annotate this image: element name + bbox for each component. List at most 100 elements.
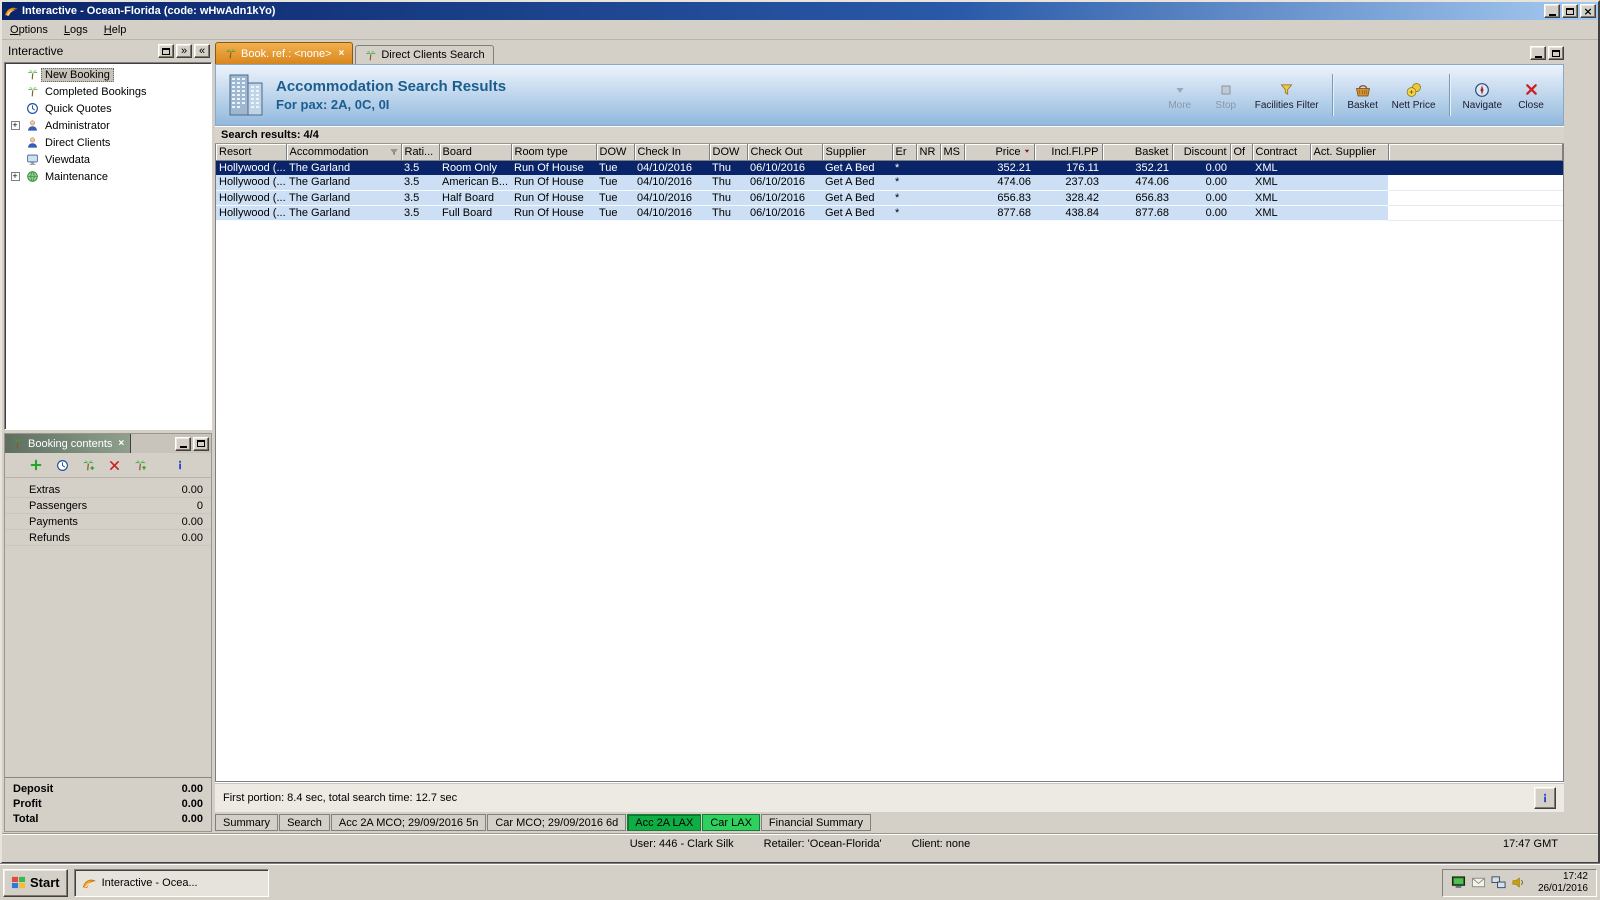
plus-box-icon[interactable]: + [11, 121, 20, 130]
bottom-tab-acc-2a-lax[interactable]: Acc 2A LAX [627, 814, 701, 831]
menu-help[interactable]: Help [96, 22, 135, 38]
mail-icon[interactable] [1471, 875, 1487, 891]
table-row[interactable]: Hollywood (...The Garland3.5Half BoardRu… [216, 190, 1563, 205]
column-header-act-supplier[interactable]: Act. Supplier [1310, 144, 1388, 160]
table-cell [1310, 175, 1388, 190]
column-header-rati[interactable]: Rati... [401, 144, 439, 160]
tray-clock[interactable]: 17:42 26/01/2016 [1532, 871, 1588, 895]
booking-row[interactable]: Payments0.00 [5, 514, 211, 530]
sidebar-item-quick-quotes[interactable]: Quick Quotes [6, 100, 210, 117]
clock-icon[interactable] [53, 456, 71, 474]
column-header-check-out[interactable]: Check Out [747, 144, 822, 160]
table-cell: 438.84 [1034, 205, 1102, 220]
info-icon[interactable] [171, 456, 189, 474]
tab-direct-clients-search[interactable]: Direct Clients Search [355, 45, 493, 64]
minimize-button[interactable] [1544, 4, 1560, 18]
table-cell: Get A Bed [822, 205, 892, 220]
navigate-button[interactable]: Navigate [1458, 71, 1507, 119]
column-header-of[interactable]: Of [1230, 144, 1252, 160]
plus-box-icon[interactable]: + [11, 172, 20, 181]
column-header-accommodation[interactable]: Accommodation [286, 144, 401, 160]
bottom-tab-acc-2a-mco-29-09-2016-5n[interactable]: Acc 2A MCO; 29/09/2016 5n [331, 814, 486, 831]
nett-price-button[interactable]: Nett Price [1387, 71, 1441, 119]
delete-icon[interactable] [105, 456, 123, 474]
column-header-er[interactable]: Er [892, 144, 916, 160]
column-header-incl-fl-pp[interactable]: Incl.Fl.PP [1034, 144, 1102, 160]
table-cell: Thu [709, 160, 747, 175]
dock-panel-button[interactable]: » [176, 44, 192, 58]
minimize-icon [180, 446, 187, 448]
booking-row[interactable]: Extras0.00 [5, 482, 211, 498]
column-header-price[interactable]: Price [964, 144, 1034, 160]
table-cell [940, 175, 964, 190]
system-tray: 17:42 26/01/2016 [1442, 869, 1597, 897]
column-filter-icon[interactable] [389, 147, 399, 160]
facilities-filter-button[interactable]: Facilities Filter [1250, 71, 1324, 119]
sidebar-item-completed-bookings[interactable]: Completed Bookings [6, 83, 210, 100]
sidebar-item-administrator[interactable]: +Administrator [6, 117, 210, 134]
child-minimize-button[interactable] [1530, 46, 1546, 60]
booking-row-label: Extras [5, 484, 182, 496]
column-header-check-in[interactable]: Check In [634, 144, 709, 160]
menu-logs[interactable]: Logs [56, 22, 96, 38]
network-icon[interactable] [1491, 875, 1507, 891]
start-button[interactable]: Start [3, 869, 68, 897]
palm-add-icon[interactable] [79, 456, 97, 474]
info-button[interactable] [1534, 787, 1556, 809]
booking-minimize-button[interactable] [175, 437, 191, 451]
sidebar-item-maintenance[interactable]: +Maintenance [6, 168, 210, 185]
menu-options[interactable]: Options [2, 22, 56, 38]
column-header-room-type[interactable]: Room type [511, 144, 596, 160]
booking-contents-titlebar: Booking contents × [5, 434, 211, 453]
child-restore-button[interactable] [1548, 46, 1564, 60]
basket-button[interactable]: Basket [1341, 71, 1385, 119]
table-row[interactable]: Hollywood (...The Garland3.5Room OnlyRun… [216, 160, 1563, 175]
column-header-nr[interactable]: NR [916, 144, 940, 160]
bottom-tab-financial-summary[interactable]: Financial Summary [761, 814, 871, 831]
table-cell: The Garland [286, 205, 401, 220]
table-cell-filler [1388, 160, 1563, 175]
column-header-board[interactable]: Board [439, 144, 511, 160]
column-header-supplier[interactable]: Supplier [822, 144, 892, 160]
display-icon[interactable] [1451, 875, 1467, 891]
column-header-dow[interactable]: DOW [596, 144, 634, 160]
column-header-contract[interactable]: Contract [1252, 144, 1310, 160]
close-button[interactable]: Close [1509, 71, 1553, 119]
expand-icon[interactable]: + [6, 172, 24, 181]
column-header-basket[interactable]: Basket [1102, 144, 1172, 160]
minimize-icon [1535, 56, 1542, 58]
bottom-tab-summary[interactable]: Summary [215, 814, 278, 831]
column-header-dow[interactable]: DOW [709, 144, 747, 160]
tab-booking-ref[interactable]: Book. ref.: <none> × [215, 42, 353, 64]
add-icon[interactable] [27, 456, 45, 474]
tab-close-icon[interactable]: × [339, 48, 345, 59]
column-header-resort[interactable]: Resort [216, 144, 286, 160]
palm-up-icon[interactable] [131, 456, 149, 474]
page-title: Accommodation Search Results [276, 78, 506, 95]
bottom-tab-search[interactable]: Search [279, 814, 330, 831]
expand-icon[interactable]: + [6, 121, 24, 130]
booking-maximize-button[interactable] [193, 437, 209, 451]
table-row[interactable]: Hollywood (...The Garland3.5American B..… [216, 175, 1563, 190]
pin-panel-button[interactable]: « [194, 44, 210, 58]
collapse-panel-button[interactable] [158, 44, 174, 58]
column-header-discount[interactable]: Discount [1172, 144, 1230, 160]
booking-row[interactable]: Passengers0 [5, 498, 211, 514]
table-cell [1230, 205, 1252, 220]
booking-row[interactable]: Refunds0.00 [5, 530, 211, 546]
bottom-tab-car-lax[interactable]: Car LAX [702, 814, 760, 831]
sidebar-item-direct-clients[interactable]: Direct Clients [6, 134, 210, 151]
table-row[interactable]: Hollywood (...The Garland3.5Full BoardRu… [216, 205, 1563, 220]
maximize-button[interactable] [1562, 4, 1578, 18]
close-button[interactable]: × [1580, 4, 1596, 18]
sidebar-item-viewdata[interactable]: Viewdata [6, 151, 210, 168]
taskbar-task-button[interactable]: Interactive - Ocea... [74, 869, 269, 897]
booking-contents-tab[interactable]: Booking contents × [5, 434, 131, 453]
volume-icon[interactable] [1511, 875, 1527, 891]
booking-summary: Deposit0.00Profit0.00Total0.00 [5, 777, 211, 831]
sidebar-item-new-booking[interactable]: New Booking [6, 66, 210, 83]
bottom-tab-car-mco-29-09-2016-6d[interactable]: Car MCO; 29/09/2016 6d [487, 814, 626, 831]
booking-tab-close-icon[interactable]: × [118, 438, 124, 449]
column-header-ms[interactable]: MS [940, 144, 964, 160]
more-button: More [1158, 71, 1202, 119]
